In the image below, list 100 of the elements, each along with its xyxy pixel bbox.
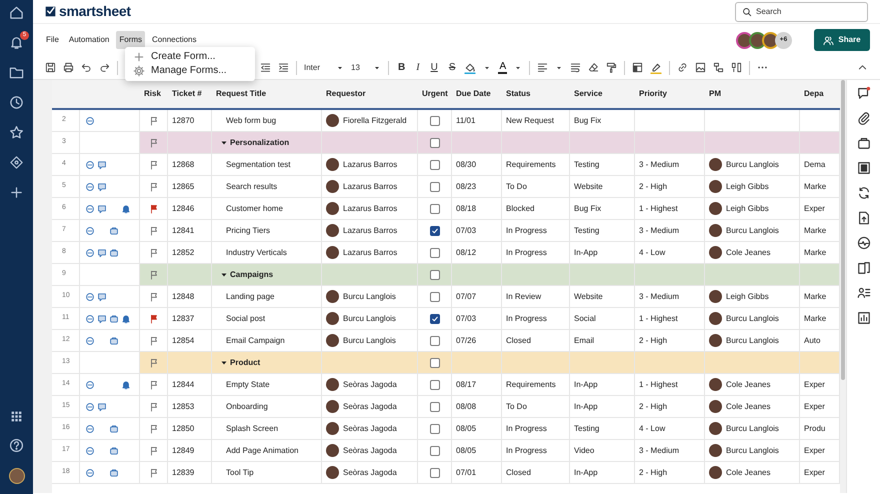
paperclip-icon[interactable]	[856, 111, 870, 125]
apps-grid-icon[interactable]	[10, 410, 23, 423]
column-header[interactable]: Requestor	[322, 80, 418, 108]
round-bubble-icon[interactable]	[85, 336, 95, 346]
flag-filled-icon[interactable]	[148, 314, 158, 324]
column-header[interactable]: Status	[502, 80, 570, 108]
checkbox[interactable]	[430, 402, 440, 412]
checkbox[interactable]	[430, 380, 440, 390]
checkbox[interactable]	[430, 204, 440, 214]
flag-icon[interactable]	[148, 380, 158, 390]
clock-icon[interactable]	[9, 95, 24, 110]
home-icon[interactable]	[9, 5, 24, 20]
print-icon[interactable]	[63, 62, 74, 73]
flag-icon[interactable]	[148, 182, 158, 192]
help-icon[interactable]	[9, 438, 24, 453]
checkbox[interactable]	[430, 468, 440, 478]
menu-option[interactable]: Create Form...	[125, 50, 255, 64]
round-bubble-icon[interactable]	[85, 424, 95, 434]
italic-button[interactable]: I	[414, 60, 422, 75]
briefcase-icon[interactable]	[856, 136, 870, 150]
round-bubble-icon[interactable]	[85, 160, 95, 170]
pages-icon[interactable]	[856, 261, 870, 275]
bell-icon[interactable]	[121, 204, 131, 214]
round-bubble-icon[interactable]	[85, 402, 95, 412]
flag-icon[interactable]	[148, 248, 158, 258]
flag-icon[interactable]	[148, 226, 158, 236]
folder-icon[interactable]	[9, 65, 24, 80]
round-bubble-icon[interactable]	[85, 292, 95, 302]
column-header[interactable]: Ticket #	[168, 80, 212, 108]
document-upload-icon[interactable]	[856, 211, 870, 225]
flag-icon[interactable]	[148, 446, 158, 456]
activity-icon[interactable]	[856, 236, 870, 250]
menu-option[interactable]: Manage Forms...	[125, 64, 255, 78]
bell-icon[interactable]	[9, 35, 24, 50]
search-field[interactable]: Search	[735, 2, 868, 22]
hierarchy-icon[interactable]	[713, 62, 724, 73]
column-header[interactable]: Due Date	[452, 80, 502, 108]
column-header[interactable]: Priority	[635, 80, 705, 108]
share-button[interactable]: Share	[814, 29, 870, 51]
speech-bubble-icon[interactable]	[97, 402, 107, 412]
speech-bubble-icon[interactable]	[97, 160, 107, 170]
flag-icon[interactable]	[148, 468, 158, 478]
speech-bubble-icon[interactable]	[97, 204, 107, 214]
flag-icon[interactable]	[148, 270, 158, 280]
bold-button[interactable]: B	[396, 60, 408, 75]
column-header[interactable]: Urgent	[418, 80, 452, 108]
sync-icon[interactable]	[856, 186, 870, 200]
flag-icon[interactable]	[148, 292, 158, 302]
redo-icon[interactable]	[99, 62, 110, 73]
align-icon[interactable]	[537, 62, 548, 73]
eraser-icon[interactable]	[588, 62, 600, 73]
underline-button[interactable]: U	[428, 60, 440, 75]
flag-icon[interactable]	[148, 336, 158, 346]
checkbox[interactable]	[430, 446, 440, 456]
menu-item[interactable]: Forms	[116, 31, 146, 49]
checkbox[interactable]	[430, 182, 440, 192]
flag-icon[interactable]	[148, 424, 158, 434]
caret-icon[interactable]	[220, 138, 228, 146]
round-bubble-icon[interactable]	[85, 446, 95, 456]
checkbox[interactable]	[430, 226, 440, 236]
column-header[interactable]: Risk	[140, 80, 168, 108]
round-bubble-icon[interactable]	[85, 116, 95, 126]
flag-filled-icon[interactable]	[148, 204, 158, 214]
speech-bubble-icon[interactable]	[97, 248, 107, 258]
round-bubble-icon[interactable]	[85, 468, 95, 478]
text-color-button[interactable]: A	[498, 62, 508, 74]
round-bubble-icon[interactable]	[85, 380, 95, 390]
search-input[interactable]: Search	[756, 6, 856, 18]
flag-icon[interactable]	[148, 160, 158, 170]
indent-icon[interactable]	[278, 62, 289, 73]
speech-bubble-icon[interactable]	[97, 182, 107, 192]
wrap-text-icon[interactable]	[570, 62, 582, 73]
scrollbar-thumb[interactable]	[841, 80, 845, 380]
speech-bubble-icon[interactable]	[97, 292, 107, 302]
strikethrough-button[interactable]: S	[446, 60, 458, 75]
column-header[interactable]: PM	[705, 80, 800, 108]
bell-icon[interactable]	[121, 314, 131, 324]
star-icon[interactable]	[9, 125, 24, 140]
round-bubble-icon[interactable]	[85, 248, 95, 258]
flag-icon[interactable]	[148, 358, 158, 368]
column-header[interactable]: Depa	[800, 80, 840, 108]
image-icon[interactable]	[695, 62, 706, 73]
freeze-column-icon[interactable]	[632, 62, 644, 73]
card-icon[interactable]	[856, 161, 870, 175]
plus-icon[interactable]	[9, 185, 24, 200]
column-header[interactable]: Service	[570, 80, 635, 108]
checkbox[interactable]	[430, 424, 440, 434]
checkbox[interactable]	[430, 270, 440, 280]
people-list-icon[interactable]	[856, 286, 870, 300]
caret-icon[interactable]	[220, 270, 228, 278]
columns-icon[interactable]	[731, 62, 742, 73]
checkbox[interactable]	[430, 138, 440, 148]
bell-icon[interactable]	[121, 380, 131, 390]
round-bubble-icon[interactable]	[85, 204, 95, 214]
undo-icon[interactable]	[81, 62, 92, 73]
comment-icon[interactable]	[856, 86, 870, 100]
font-size-dropdown[interactable]: 13	[351, 62, 381, 74]
outdent-icon[interactable]	[260, 62, 271, 73]
flag-icon[interactable]	[148, 402, 158, 412]
flag-icon[interactable]	[148, 138, 158, 148]
